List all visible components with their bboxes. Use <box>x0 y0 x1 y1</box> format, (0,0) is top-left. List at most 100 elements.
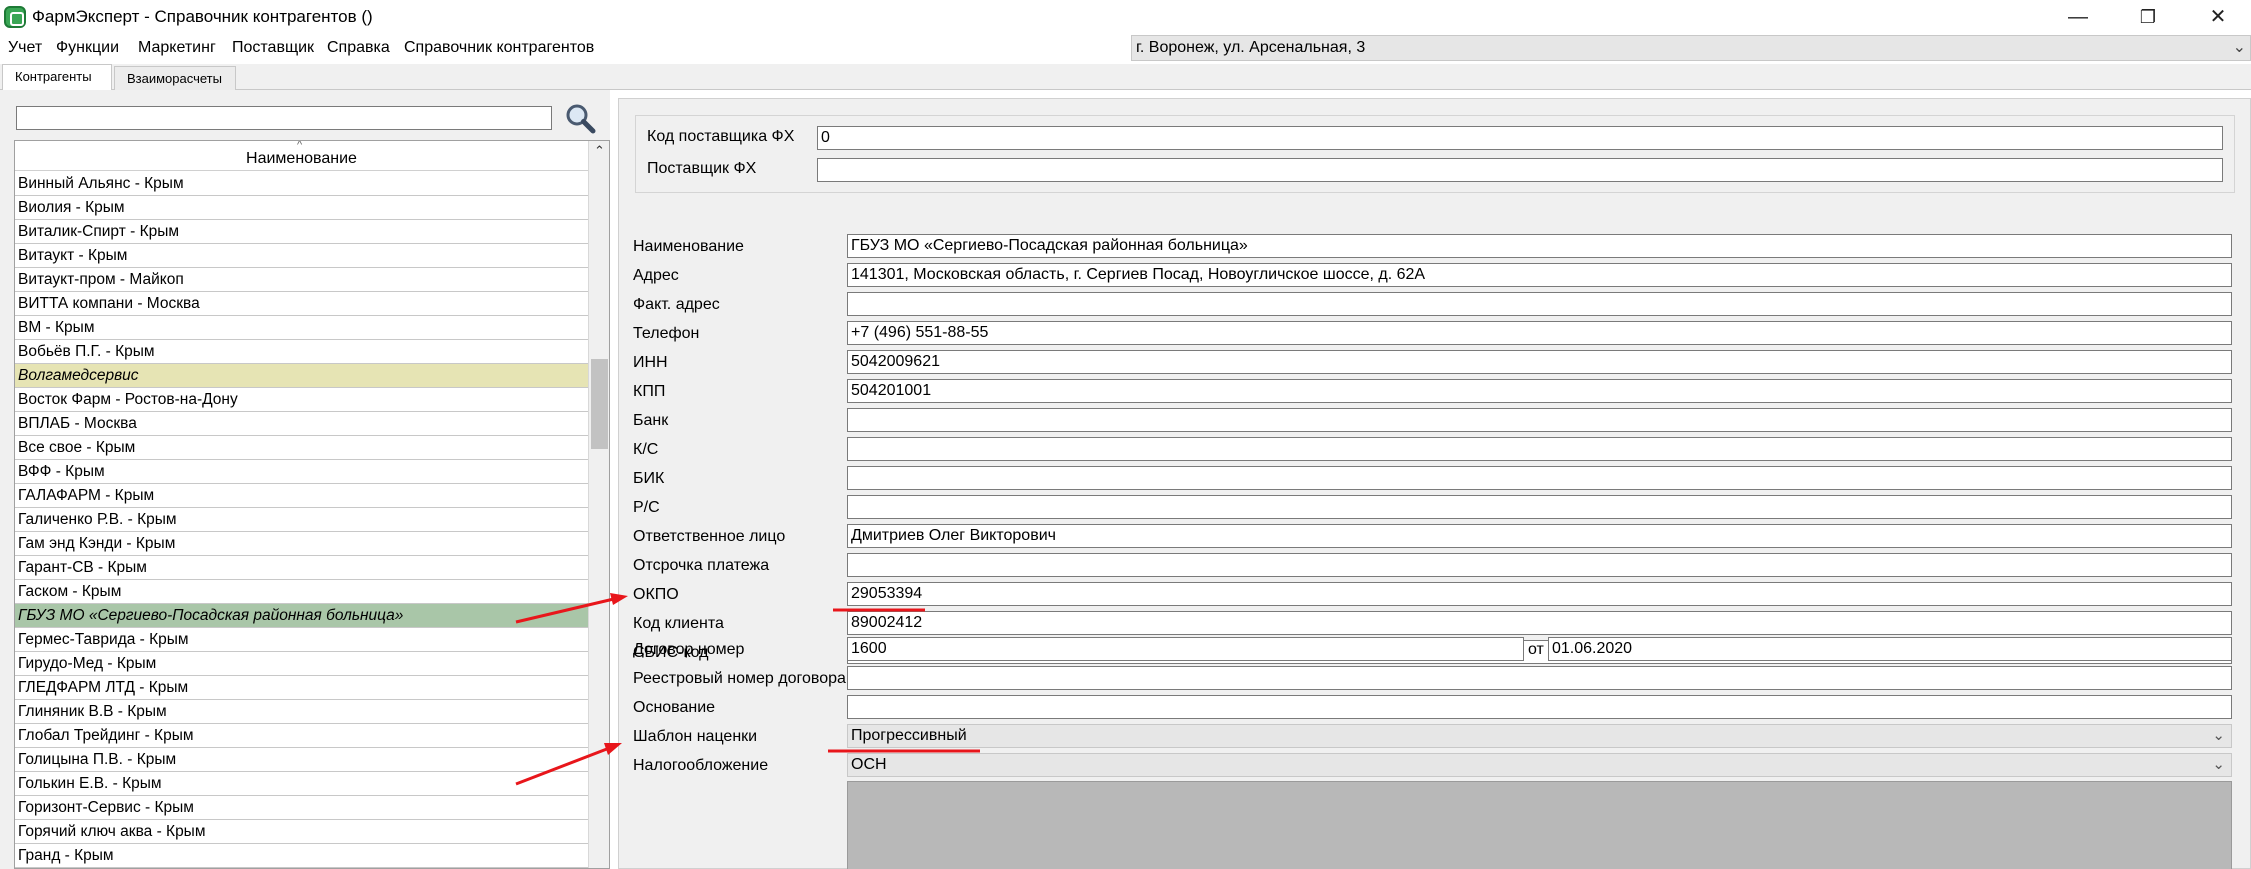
list-item[interactable]: Гам энд Кэнди - Крым <box>15 532 588 556</box>
taxation-select[interactable]: ОСН ⌄ <box>847 753 2232 777</box>
list-item[interactable]: Вобьёв П.Г. - Крым <box>15 340 588 364</box>
minimize-button[interactable]: — <box>2046 0 2110 34</box>
contract-from-label: от <box>1528 641 1544 658</box>
list-item[interactable]: ГЛЕДФАРМ ЛТД - Крым <box>15 676 588 700</box>
menu-functions[interactable]: Функции <box>56 39 119 57</box>
chevron-down-icon: ⌄ <box>2212 727 2225 744</box>
list-item[interactable]: Голькин Е.В. - Крым <box>15 772 588 796</box>
field-label: Ответственное лицо <box>633 528 786 545</box>
markup-template-value: Прогрессивный <box>851 727 967 744</box>
menu-marketing[interactable]: Маркетинг <box>138 39 216 57</box>
location-select[interactable]: г. Воронеж, ул. Арсенальная, 3 ⌄ <box>1131 35 2251 61</box>
field-input[interactable] <box>847 495 2232 519</box>
field-input[interactable]: Дмитриев Олег Викторович <box>847 524 2232 548</box>
field-input[interactable] <box>847 553 2232 577</box>
field-label: Факт. адрес <box>633 296 720 313</box>
search-input[interactable] <box>16 106 552 130</box>
markup-template-select[interactable]: Прогрессивный ⌄ <box>847 724 2232 748</box>
list-item[interactable]: Виолия - Крым <box>15 196 588 220</box>
scroll-up-icon[interactable]: ⌃ <box>589 143 609 159</box>
field-input[interactable]: 141301, Московская область, г. Сергиев П… <box>847 263 2232 287</box>
field-input[interactable] <box>847 408 2232 432</box>
column-header-name[interactable]: ^ Наименование <box>15 141 588 171</box>
field-input[interactable] <box>847 292 2232 316</box>
field-input[interactable] <box>847 466 2232 490</box>
registry-number-field[interactable] <box>847 666 2232 690</box>
list-item[interactable]: Галиченко Р.В. - Крым <box>15 508 588 532</box>
field-label: Адрес <box>633 267 679 284</box>
field-input[interactable]: 89002412 <box>847 611 2232 635</box>
field-input[interactable]: 29053394 <box>847 582 2232 606</box>
field-input[interactable]: ГБУЗ МО «Сергиево-Посадская районная бол… <box>847 234 2232 258</box>
menu-supplier[interactable]: Поставщик <box>232 39 314 57</box>
field-label: ИНН <box>633 354 668 371</box>
list-item[interactable]: ВИТТА компани - Москва <box>15 292 588 316</box>
menu-counterparty-directory[interactable]: Справочник контрагентов <box>404 39 594 57</box>
field-label: К/С <box>633 441 659 458</box>
list-item[interactable]: ВМ - Крым <box>15 316 588 340</box>
list-item[interactable]: Витаукт - Крым <box>15 244 588 268</box>
field-input[interactable]: +7 (496) 551-88-55 <box>847 321 2232 345</box>
tab-counterparties[interactable]: Контрагенты <box>2 64 112 91</box>
field-label: Телефон <box>633 325 700 342</box>
tab-strip: Контрагенты Взаиморасчеты <box>0 64 2251 91</box>
contract-number-field[interactable]: 1600 <box>847 637 1524 661</box>
title-bar: ФармЭксперт - Справочник контрагентов ()… <box>0 0 2251 34</box>
contract-number-label: Договор номер <box>633 641 745 658</box>
list-item[interactable]: Глобал Трейдинг - Крым <box>15 724 588 748</box>
field-input[interactable] <box>847 437 2232 461</box>
field-input[interactable]: 504201001 <box>847 379 2232 403</box>
search-icon[interactable] <box>564 102 596 134</box>
counterparty-list[interactable]: ^ Наименование Винный Альянс - Крым Виоли… <box>14 140 610 869</box>
fx-supplier-field[interactable] <box>817 158 2223 182</box>
list-item[interactable]: Горизонт-Сервис - Крым <box>15 796 588 820</box>
fx-supplier-label: Поставщик ФХ <box>647 160 757 177</box>
chevron-down-icon: ⌄ <box>2212 756 2225 773</box>
list-item[interactable]: Волгамедсервис <box>15 364 588 388</box>
counterparty-details-panel: Код поставщика ФХ 0 Поставщик ФХ Наимено… <box>618 98 2251 869</box>
list-item[interactable]: Виталик-Спирт - Крым <box>15 220 588 244</box>
list-item[interactable]: ВФФ - Крым <box>15 460 588 484</box>
list-scrollbar[interactable]: ⌃ <box>588 141 609 868</box>
restore-button[interactable]: ❐ <box>2116 0 2180 34</box>
list-item[interactable]: Горячий ключ аква - Крым <box>15 820 588 844</box>
scroll-thumb[interactable] <box>591 359 608 449</box>
menu-uchet[interactable]: Учет <box>8 39 42 57</box>
list-item[interactable]: Гранд - Крым <box>15 844 588 868</box>
field-label: КПП <box>633 383 666 400</box>
fx-code-field[interactable]: 0 <box>817 126 2223 150</box>
field-input[interactable]: 5042009621 <box>847 350 2232 374</box>
location-value: г. Воронеж, ул. Арсенальная, 3 <box>1136 39 1366 56</box>
list-item[interactable]: Все свое - Крым <box>15 436 588 460</box>
field-label: Р/С <box>633 499 660 516</box>
list-item[interactable]: Гирудо-Мед - Крым <box>15 652 588 676</box>
chevron-down-icon: ⌄ <box>2232 39 2246 56</box>
basis-field[interactable] <box>847 695 2232 719</box>
taxation-label: Налогообложение <box>633 757 769 774</box>
sort-asc-icon: ^ <box>297 140 303 151</box>
list-item[interactable]: ВПЛАБ - Москва <box>15 412 588 436</box>
column-header-label: Наименование <box>246 150 357 167</box>
list-item[interactable]: Винный Альянс - Крым <box>15 172 588 196</box>
fx-supplier-group: Код поставщика ФХ 0 Поставщик ФХ <box>635 115 2235 193</box>
close-button[interactable]: ✕ <box>2186 0 2250 34</box>
list-item[interactable]: Восток Фарм - Ростов-на-Дону <box>15 388 588 412</box>
fx-code-label: Код поставщика ФХ <box>647 128 795 145</box>
list-item[interactable]: Гарант-СВ - Крым <box>15 556 588 580</box>
list-item[interactable]: Голицына П.В. - Крым <box>15 748 588 772</box>
field-label: Отсрочка платежа <box>633 557 770 574</box>
counterparty-list-panel: ^ Наименование Винный Альянс - Крым Виоли… <box>0 90 610 869</box>
list-item[interactable]: ГАЛАФАРМ - Крым <box>15 484 588 508</box>
list-item[interactable]: Витаукт-пром - Майкоп <box>15 268 588 292</box>
contract-date-field[interactable]: 01.06.2020 <box>1548 637 2232 661</box>
list-item[interactable]: Гаском - Крым <box>15 580 588 604</box>
notes-area[interactable] <box>847 781 2232 869</box>
tab-settlements[interactable]: Взаиморасчеты <box>114 66 236 90</box>
list-rows: Винный Альянс - Крым Виолия - Крым Виталик… <box>15 172 588 868</box>
list-item-selected[interactable]: ГБУЗ МО «Сергиево-Посадская районная бол… <box>15 604 588 628</box>
window-title: ФармЭксперт - Справочник контрагентов () <box>32 7 373 26</box>
markup-template-label: Шаблон наценки <box>633 728 758 745</box>
menu-help[interactable]: Справка <box>327 39 390 57</box>
list-item[interactable]: Гермес-Таврида - Крым <box>15 628 588 652</box>
list-item[interactable]: Глиняник В.В - Крым <box>15 700 588 724</box>
